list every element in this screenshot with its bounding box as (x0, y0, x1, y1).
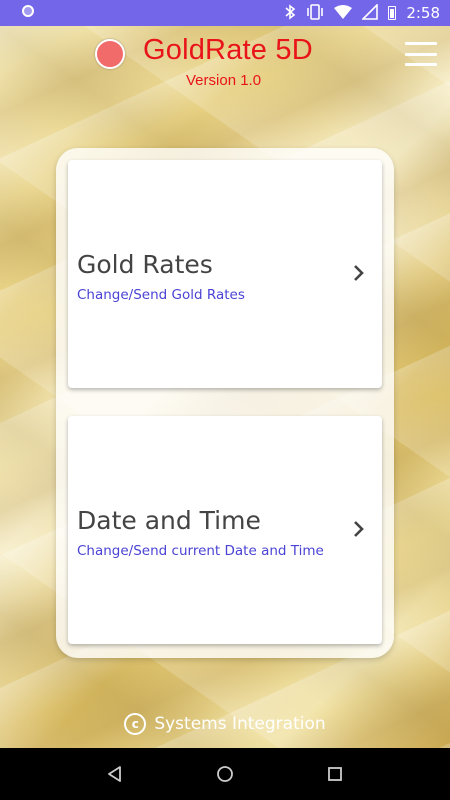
app-version: Version 1.0 (186, 72, 262, 89)
chevron-right-icon (354, 521, 364, 537)
navigation-bar (0, 748, 450, 800)
home-icon[interactable] (213, 762, 237, 786)
recents-icon[interactable] (323, 762, 347, 786)
app-main: GoldRate 5D Version 1.0 Gold Rates Chang… (0, 26, 450, 748)
menu-panel: Gold Rates Change/Send Gold Rates Date a… (56, 148, 394, 658)
back-icon[interactable] (103, 762, 127, 786)
header: GoldRate 5D Version 1.0 (0, 26, 450, 104)
signal-icon (361, 2, 379, 23)
chevron-right-icon (354, 265, 364, 281)
connection-indicator-icon (95, 39, 125, 69)
card-subtitle: Change/Send Gold Rates (77, 287, 245, 303)
date-time-card[interactable]: Date and Time Change/Send current Date a… (68, 416, 382, 644)
card-subtitle: Change/Send current Date and Time (77, 543, 324, 559)
status-bar: 2:58 (0, 0, 450, 26)
footer-text: Systems Integration (154, 714, 326, 734)
app-title: GoldRate 5D (143, 34, 313, 66)
battery-icon (388, 6, 397, 20)
status-left (22, 5, 34, 21)
vibrate-icon (306, 3, 324, 23)
wifi-icon (334, 4, 353, 22)
footer: c Systems Integration (0, 712, 450, 736)
bluetooth-icon (284, 3, 296, 23)
clock: 2:58 (406, 4, 440, 22)
card-title: Date and Time (77, 506, 261, 535)
hamburger-menu-icon[interactable] (405, 42, 437, 66)
card-title: Gold Rates (77, 250, 213, 279)
copyright-icon: c (124, 713, 147, 735)
gold-rates-card[interactable]: Gold Rates Change/Send Gold Rates (68, 160, 382, 388)
status-right: 2:58 (284, 2, 440, 23)
notification-dot-icon (22, 5, 34, 17)
